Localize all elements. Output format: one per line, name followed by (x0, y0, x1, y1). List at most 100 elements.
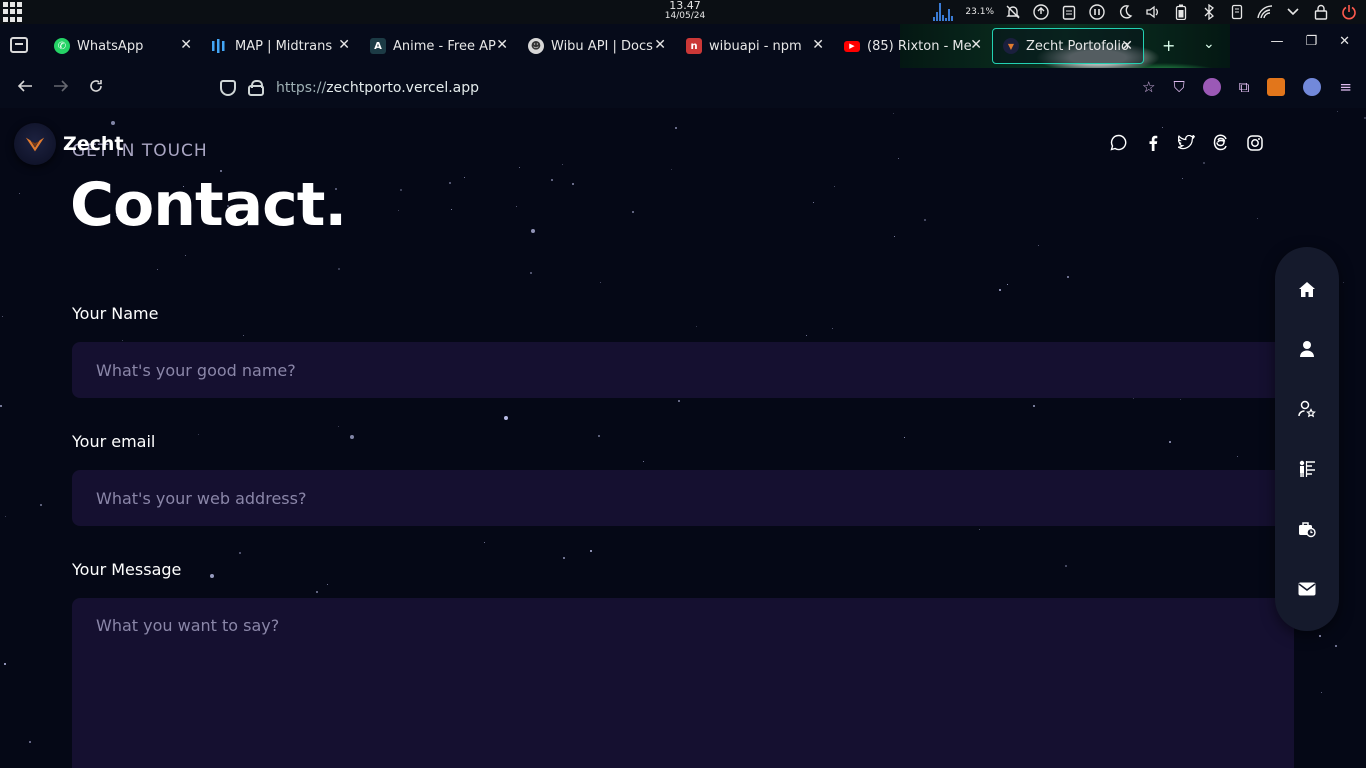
tab-title: MAP | Midtrans (235, 38, 333, 54)
tab-list-chevron-icon[interactable]: ⌄ (1203, 36, 1215, 52)
tracking-protection-shield-icon[interactable] (220, 80, 236, 96)
email-label: Your email (72, 432, 156, 451)
tab-zecht-portofolio[interactable]: ▼ Zecht Portofolio ✕ (992, 28, 1144, 64)
message-textarea[interactable]: What you want to say? (72, 598, 1294, 768)
new-tab-icon[interactable]: + (1162, 36, 1175, 55)
star (999, 289, 1001, 291)
star (243, 335, 244, 336)
threads-icon[interactable] (1212, 134, 1229, 151)
notifications-muted-icon[interactable] (1004, 4, 1022, 20)
close-tab-icon[interactable]: ✕ (970, 37, 982, 53)
star (198, 434, 199, 435)
close-tab-icon[interactable]: ✕ (812, 37, 824, 53)
media-player-icon[interactable] (1088, 4, 1106, 20)
star (643, 461, 644, 462)
star (898, 158, 899, 159)
extensions-puzzle-icon[interactable]: ⧉ (1239, 78, 1250, 96)
star (531, 229, 535, 233)
whatsapp-icon[interactable] (1110, 134, 1127, 151)
star (590, 550, 592, 552)
app-launcher-icon[interactable] (3, 2, 23, 22)
power-icon[interactable] (1340, 4, 1358, 20)
tab-wibu-api-docs[interactable]: ☻ Wibu API | Docs ✕ (518, 24, 676, 68)
forward-arrow-icon[interactable] (52, 78, 70, 99)
star (185, 255, 186, 256)
url-text[interactable]: https://zechtporto.vercel.app (276, 80, 479, 96)
night-light-icon[interactable] (1116, 4, 1134, 20)
site-brand[interactable]: Zecht (14, 123, 124, 165)
star (806, 335, 807, 336)
profile-avatar-icon[interactable] (1202, 78, 1221, 96)
lock-screen-icon[interactable] (1312, 4, 1330, 20)
facebook-icon[interactable] (1144, 134, 1161, 151)
discord-extension-icon[interactable] (1303, 78, 1322, 96)
battery-icon[interactable] (1172, 4, 1190, 20)
system-clock[interactable]: 13.47 14/05/24 (640, 0, 730, 21)
skills-icon[interactable] (1297, 459, 1317, 479)
close-tab-icon[interactable]: ✕ (496, 37, 508, 53)
chevron-down-icon[interactable] (1284, 4, 1302, 20)
close-tab-icon[interactable]: ✕ (1121, 38, 1133, 54)
home-icon[interactable] (1297, 279, 1317, 299)
cpu-graph-icon[interactable] (933, 3, 955, 21)
star (338, 268, 340, 270)
menu-hamburger-icon[interactable]: ≡ (1339, 78, 1352, 96)
user-icon[interactable] (1297, 339, 1317, 359)
star (1203, 162, 1205, 164)
bookmark-star-icon[interactable]: ☆ (1142, 78, 1155, 96)
close-tab-icon[interactable]: ✕ (180, 37, 192, 53)
browser-tab-bar: ✆ WhatsApp ✕ MAP | Midtrans ✕ A Anime - … (0, 24, 1366, 68)
metamask-fox-icon[interactable] (1267, 78, 1286, 96)
star (4, 663, 6, 665)
twitter-icon[interactable] (1178, 134, 1195, 151)
address-bar[interactable]: https://zechtporto.vercel.app (220, 76, 980, 100)
close-tab-icon[interactable]: ✕ (654, 37, 666, 53)
star (1133, 398, 1134, 399)
star (551, 179, 553, 181)
star (696, 326, 697, 327)
star (350, 435, 354, 439)
instagram-icon[interactable] (1246, 134, 1263, 151)
os-top-bar: 13.47 14/05/24 23.1% (0, 0, 1366, 24)
tab-midtrans[interactable]: MAP | Midtrans ✕ (202, 24, 360, 68)
tab-youtube[interactable]: ▶ (85) Rixton - Me ✕ (834, 24, 992, 68)
clipboard-icon[interactable] (1060, 4, 1078, 20)
user-star-icon[interactable] (1297, 399, 1317, 419)
system-tray: 23.1% (933, 3, 1358, 21)
star (572, 183, 574, 185)
mail-icon[interactable] (1297, 579, 1317, 599)
tab-whatsapp[interactable]: ✆ WhatsApp ✕ (44, 24, 202, 68)
lock-icon[interactable] (248, 80, 264, 96)
star (675, 127, 677, 129)
name-input[interactable]: What's your good name? (72, 342, 1294, 398)
url-host: zechtporto.vercel.app (326, 80, 480, 96)
tab-title: Wibu API | Docs (551, 38, 653, 54)
back-arrow-icon[interactable] (16, 78, 34, 99)
tab-wibuapi-npm[interactable]: n wibuapi - npm ✕ (676, 24, 834, 68)
tab-collections-icon[interactable] (10, 37, 28, 53)
close-window-icon[interactable]: ✕ (1339, 34, 1350, 49)
logo-icon (14, 123, 56, 165)
shield-extension-icon[interactable]: ⛉ (1173, 78, 1184, 96)
star (979, 529, 980, 530)
email-input[interactable]: What's your web address? (72, 470, 1294, 526)
close-tab-icon[interactable]: ✕ (338, 37, 350, 53)
tab-title: (85) Rixton - Me (867, 38, 972, 54)
reload-icon[interactable] (88, 78, 104, 99)
minimize-icon[interactable]: — (1270, 34, 1283, 49)
briefcase-clock-icon[interactable] (1297, 519, 1317, 539)
toolbar-extensions: ☆ ⛉ ⧉ ≡ (1142, 78, 1352, 96)
star (671, 169, 672, 170)
cpu-percent: 23.1% (965, 7, 994, 17)
bluetooth-icon[interactable] (1200, 4, 1218, 20)
device-storage-icon[interactable] (1228, 4, 1246, 20)
star (19, 193, 20, 194)
tab-anime-api[interactable]: A Anime - Free AP ✕ (360, 24, 518, 68)
wifi-icon[interactable] (1256, 4, 1274, 20)
update-icon[interactable] (1032, 4, 1050, 20)
star (451, 209, 452, 210)
star (1162, 127, 1163, 128)
clock-time: 13.47 (669, 0, 701, 12)
maximize-icon[interactable]: ❐ (1305, 34, 1317, 49)
volume-icon[interactable] (1144, 4, 1162, 20)
